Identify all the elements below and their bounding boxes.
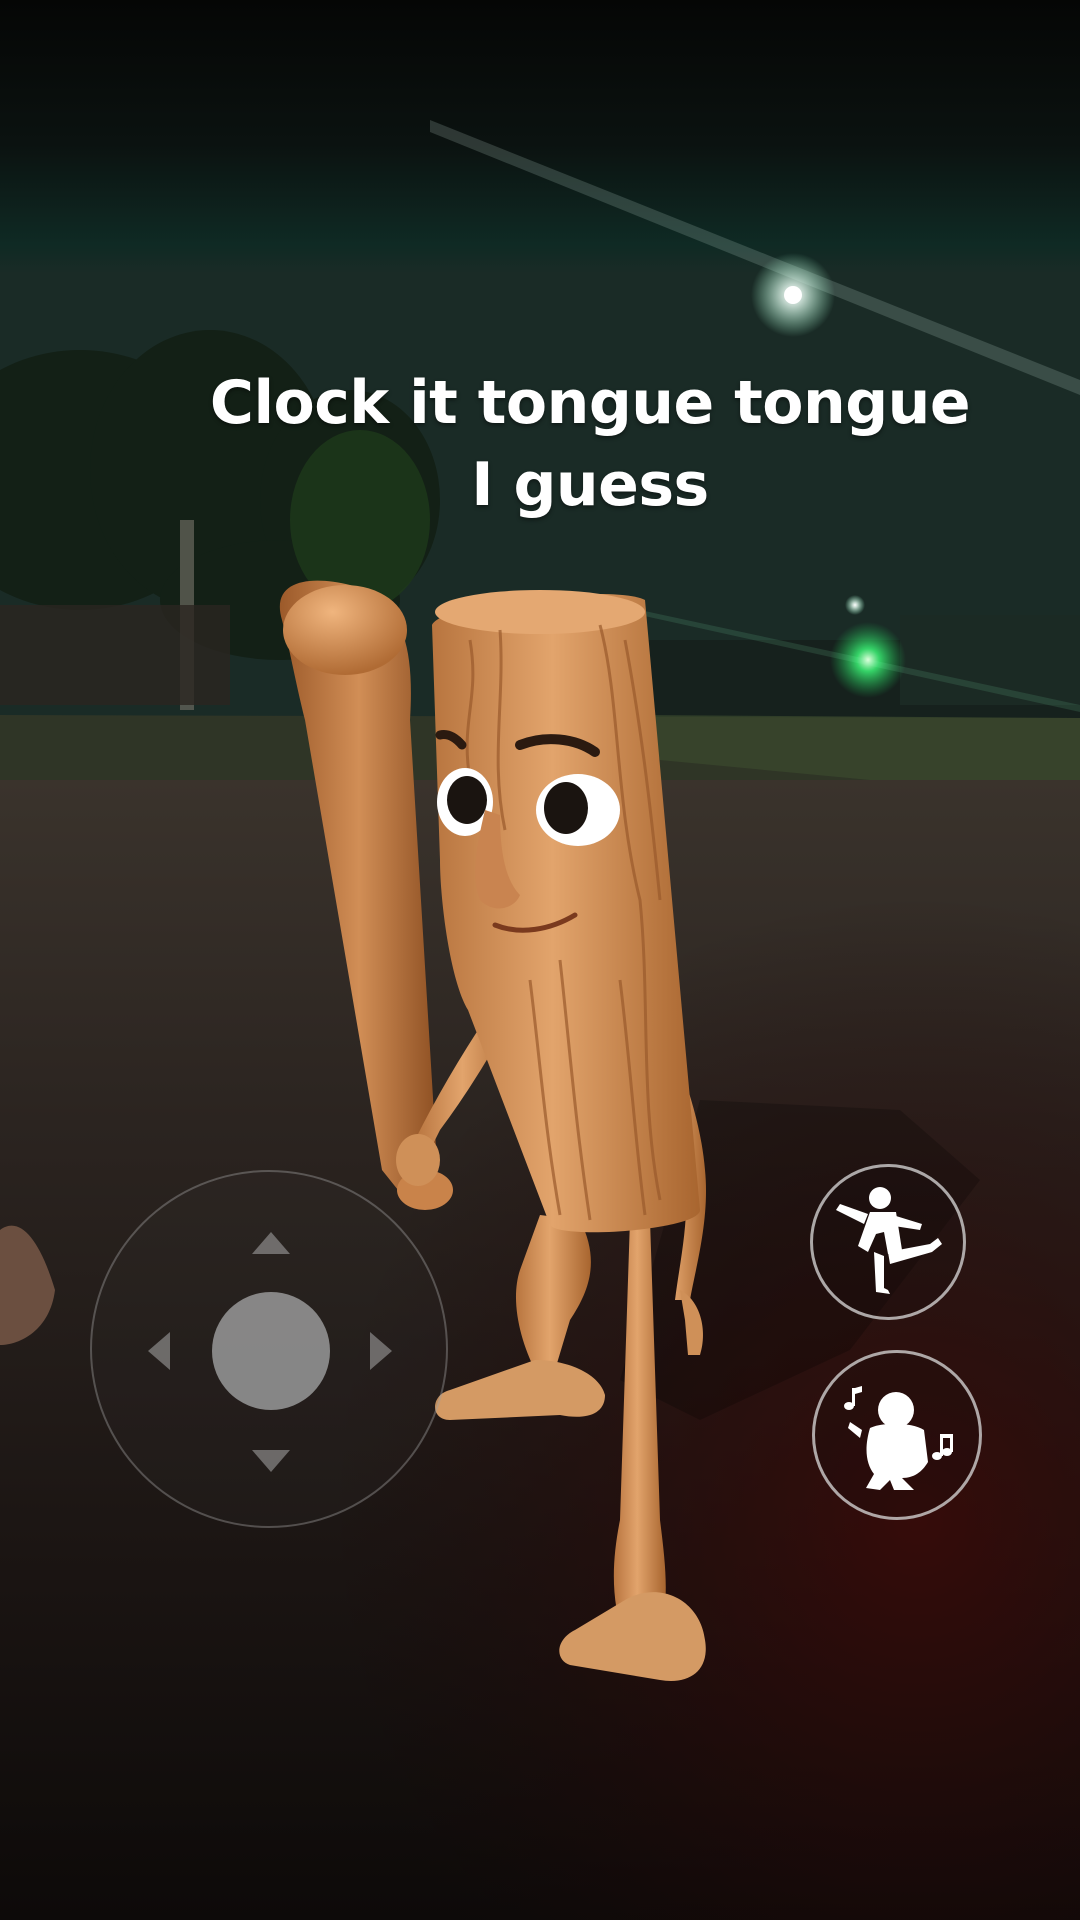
arrow-down-icon [252,1450,290,1472]
sing-emote-button[interactable] [812,1350,982,1520]
log-character-avatar [279,580,707,1681]
caption-line-1: Clock it tongue tongue [209,368,971,438]
caption-text: Clock it tongue tongue I guess [0,362,1080,526]
arrow-left-icon [148,1332,170,1370]
baseball-bat [279,580,453,1210]
ar-camera-view: Clock it tongue tongue I guess [0,0,1080,1920]
singing-figure-music-notes-icon [844,1386,953,1490]
dancing-figure-icon [836,1187,942,1294]
movement-joystick[interactable] [90,1170,448,1528]
caption-line-2: I guess [471,450,709,520]
arrow-up-icon [252,1232,290,1254]
arrow-right-icon [370,1332,392,1370]
dance-emote-button[interactable] [810,1164,966,1320]
joystick-knob[interactable] [212,1292,330,1410]
